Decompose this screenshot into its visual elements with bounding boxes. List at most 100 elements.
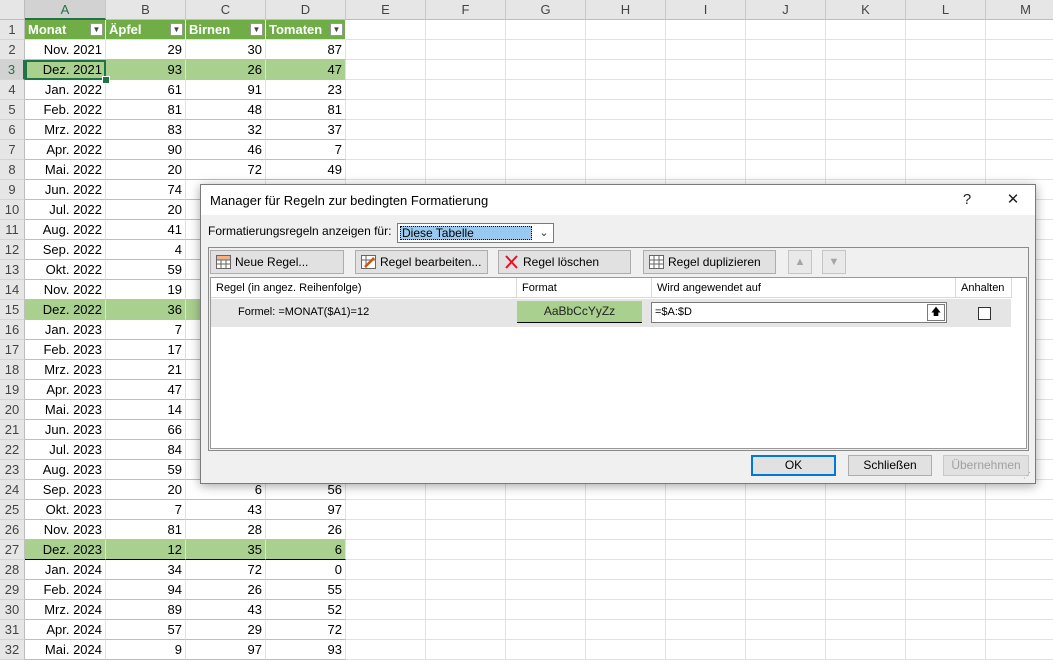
- table-cell[interactable]: Feb. 2022: [25, 100, 106, 120]
- empty-cell[interactable]: [666, 600, 746, 620]
- empty-cell[interactable]: [506, 120, 586, 140]
- empty-cell[interactable]: [666, 560, 746, 580]
- row-header[interactable]: 15: [0, 300, 25, 320]
- table-cell[interactable]: 28: [186, 520, 266, 540]
- column-header-m[interactable]: M: [986, 0, 1053, 20]
- table-cell[interactable]: Jan. 2024: [25, 560, 106, 580]
- empty-cell[interactable]: [586, 160, 666, 180]
- column-header-a[interactable]: A: [25, 0, 106, 20]
- table-cell[interactable]: Nov. 2022: [25, 280, 106, 300]
- empty-cell[interactable]: [346, 600, 426, 620]
- table-cell[interactable]: 19: [106, 280, 186, 300]
- table-cell[interactable]: Apr. 2022: [25, 140, 106, 160]
- empty-cell[interactable]: [506, 20, 586, 40]
- column-header-e[interactable]: E: [346, 0, 426, 20]
- row-header[interactable]: 22: [0, 440, 25, 460]
- empty-cell[interactable]: [986, 600, 1053, 620]
- column-header-k[interactable]: K: [826, 0, 906, 20]
- empty-cell[interactable]: [506, 40, 586, 60]
- empty-cell[interactable]: [906, 120, 986, 140]
- fill-handle[interactable]: [102, 76, 110, 84]
- table-cell[interactable]: 23: [266, 80, 346, 100]
- empty-cell[interactable]: [506, 520, 586, 540]
- close-dialog-button[interactable]: Schließen: [848, 455, 932, 476]
- empty-cell[interactable]: [746, 620, 826, 640]
- empty-cell[interactable]: [346, 120, 426, 140]
- filter-dropdown-icon[interactable]: ▼: [90, 23, 103, 36]
- empty-cell[interactable]: [506, 100, 586, 120]
- table-cell[interactable]: 37: [266, 120, 346, 140]
- table-cell[interactable]: 34: [106, 560, 186, 580]
- table-cell[interactable]: 97: [186, 640, 266, 660]
- empty-cell[interactable]: [986, 620, 1053, 640]
- table-cell[interactable]: 14: [106, 400, 186, 420]
- table-cell[interactable]: Mai. 2023: [25, 400, 106, 420]
- empty-cell[interactable]: [506, 620, 586, 640]
- empty-cell[interactable]: [746, 60, 826, 80]
- table-cell[interactable]: 29: [186, 620, 266, 640]
- empty-cell[interactable]: [826, 160, 906, 180]
- move-down-button[interactable]: ▼: [822, 250, 846, 274]
- apply-button[interactable]: Übernehmen: [943, 455, 1029, 476]
- empty-cell[interactable]: [746, 100, 826, 120]
- empty-cell[interactable]: [426, 520, 506, 540]
- table-cell[interactable]: 35: [186, 540, 266, 560]
- empty-cell[interactable]: [506, 80, 586, 100]
- move-up-button[interactable]: ▲: [788, 250, 812, 274]
- table-cell[interactable]: 17: [106, 340, 186, 360]
- table-cell[interactable]: 81: [266, 100, 346, 120]
- empty-cell[interactable]: [346, 540, 426, 560]
- select-all-corner[interactable]: [0, 0, 25, 20]
- empty-cell[interactable]: [426, 160, 506, 180]
- empty-cell[interactable]: [666, 80, 746, 100]
- table-cell[interactable]: 81: [106, 100, 186, 120]
- empty-cell[interactable]: [906, 600, 986, 620]
- column-header-h[interactable]: H: [586, 0, 666, 20]
- empty-cell[interactable]: [666, 120, 746, 140]
- table-cell[interactable]: 30: [186, 40, 266, 60]
- empty-cell[interactable]: [586, 620, 666, 640]
- row-header[interactable]: 6: [0, 120, 25, 140]
- empty-cell[interactable]: [746, 160, 826, 180]
- empty-cell[interactable]: [586, 20, 666, 40]
- table-cell[interactable]: Sep. 2023: [25, 480, 106, 500]
- empty-cell[interactable]: [506, 580, 586, 600]
- row-header[interactable]: 17: [0, 340, 25, 360]
- table-cell[interactable]: 6: [266, 540, 346, 560]
- table-cell[interactable]: 9: [106, 640, 186, 660]
- table-cell[interactable]: 59: [106, 260, 186, 280]
- empty-cell[interactable]: [746, 560, 826, 580]
- empty-cell[interactable]: [746, 500, 826, 520]
- table-cell[interactable]: 83: [106, 120, 186, 140]
- empty-cell[interactable]: [906, 540, 986, 560]
- table-cell[interactable]: 93: [106, 60, 186, 80]
- empty-cell[interactable]: [746, 640, 826, 660]
- table-cell[interactable]: 0: [266, 560, 346, 580]
- row-header[interactable]: 20: [0, 400, 25, 420]
- empty-cell[interactable]: [426, 40, 506, 60]
- row-header[interactable]: 3: [0, 60, 25, 80]
- table-cell[interactable]: 7: [106, 500, 186, 520]
- table-cell[interactable]: Jun. 2022: [25, 180, 106, 200]
- empty-cell[interactable]: [666, 620, 746, 640]
- empty-cell[interactable]: [586, 60, 666, 80]
- table-cell[interactable]: Dez. 2022: [25, 300, 106, 320]
- empty-cell[interactable]: [666, 60, 746, 80]
- empty-cell[interactable]: [746, 80, 826, 100]
- empty-cell[interactable]: [506, 140, 586, 160]
- row-header[interactable]: 19: [0, 380, 25, 400]
- empty-cell[interactable]: [746, 20, 826, 40]
- empty-cell[interactable]: [666, 580, 746, 600]
- empty-cell[interactable]: [826, 520, 906, 540]
- empty-cell[interactable]: [986, 20, 1053, 40]
- empty-cell[interactable]: [826, 640, 906, 660]
- empty-cell[interactable]: [986, 60, 1053, 80]
- empty-cell[interactable]: [346, 100, 426, 120]
- empty-cell[interactable]: [906, 100, 986, 120]
- table-cell[interactable]: Feb. 2024: [25, 580, 106, 600]
- empty-cell[interactable]: [586, 80, 666, 100]
- empty-cell[interactable]: [586, 560, 666, 580]
- empty-cell[interactable]: [666, 160, 746, 180]
- empty-cell[interactable]: [586, 600, 666, 620]
- empty-cell[interactable]: [666, 520, 746, 540]
